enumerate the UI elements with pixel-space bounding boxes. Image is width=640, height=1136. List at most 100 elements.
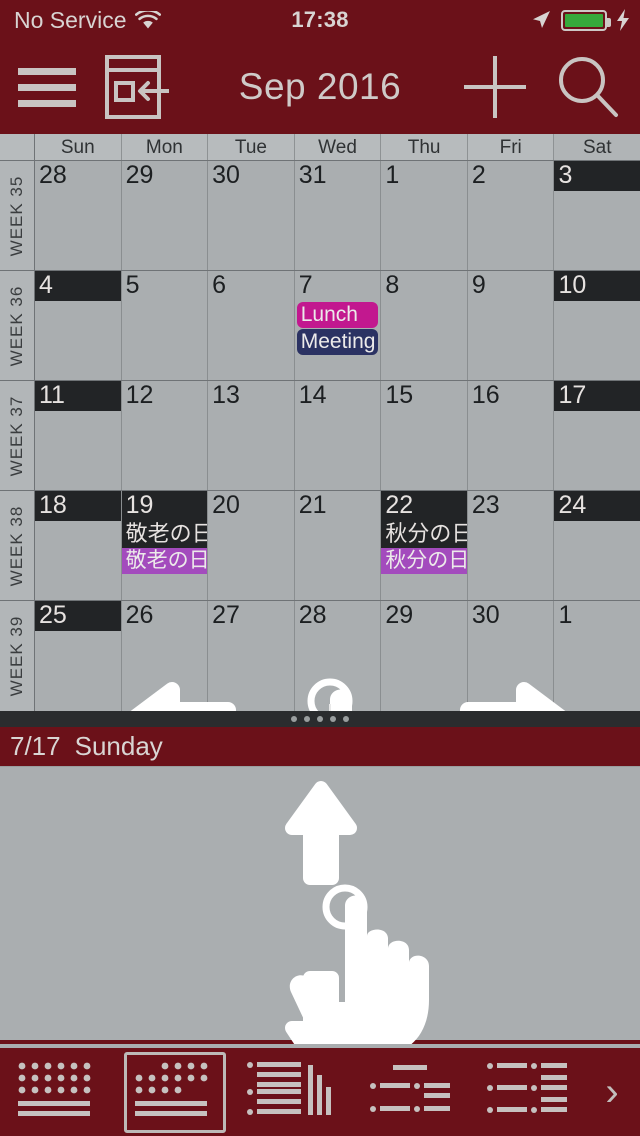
holiday-label: 秋分の日 (381, 521, 467, 548)
panel-drag-handle[interactable] (0, 711, 640, 727)
day-number: 28 (298, 601, 327, 629)
day-number: 30 (212, 161, 240, 189)
calendar-day-cell[interactable]: 26 (121, 601, 209, 711)
calendar-day-cell[interactable]: 22 秋分の日 秋分の日 (381, 491, 468, 600)
day-number: 12 (125, 381, 154, 409)
day-number: 22 (381, 491, 467, 521)
holiday-label: 敬老の日 (121, 521, 207, 548)
calendar-day-cell[interactable]: 17 (554, 381, 640, 490)
day-number: 17 (554, 381, 640, 411)
calendar-day-cell[interactable]: 30 (208, 161, 295, 270)
calendar-week-row: WEEK 36 4 5 6 7 Lunch Meeting 8 9 10 (0, 271, 640, 381)
calendar-day-cell[interactable]: 31 (294, 161, 382, 270)
calendar-day-cell[interactable]: 16 (467, 381, 555, 490)
day-detail-event-list[interactable] (0, 767, 640, 1039)
toolbar-item-month-view[interactable] (117, 1046, 234, 1136)
handle-dot (304, 716, 310, 722)
calendar-day-cell[interactable]: 4 (35, 271, 122, 380)
weekday-header-tue: Tue (208, 134, 295, 160)
day-number: 30 (471, 601, 500, 629)
calendar-event-chip[interactable]: Lunch (296, 302, 379, 328)
calendar-day-cell[interactable]: 29 (121, 161, 209, 270)
calendar-day-cell[interactable]: 28 (35, 161, 122, 270)
weekday-header-sat: Sat (554, 134, 640, 160)
toolbar-more-chevron-icon[interactable]: › (584, 1070, 640, 1115)
agenda-list-icon (486, 1062, 567, 1113)
week-number-cell: WEEK 35 (0, 161, 35, 270)
calendar-day-cell[interactable]: 11 (35, 381, 122, 490)
weekday-header-thu: Thu (381, 134, 468, 160)
day-number: 24 (554, 491, 640, 521)
day-number: 29 (385, 601, 414, 629)
status-bar: No Service 17:38 (0, 0, 640, 40)
weekday-header-mon: Mon (121, 134, 209, 160)
week-list-icon (246, 1061, 331, 1115)
calendar-day-cell[interactable]: 8 (381, 271, 468, 380)
day-number: 28 (39, 161, 67, 189)
day-detail-panel[interactable]: 7/17 Sunday (0, 727, 640, 1040)
day-detail-header: 7/17 Sunday (0, 727, 640, 767)
week-number-label: WEEK 39 (7, 615, 26, 697)
calendar-day-cell[interactable]: 5 (121, 271, 209, 380)
day-number: 13 (212, 381, 240, 409)
calendar-day-cell[interactable]: 6 (208, 271, 295, 380)
calendar-day-cell[interactable]: 14 (294, 381, 382, 490)
toolbar-item-list-view[interactable] (467, 1046, 584, 1136)
calendar-day-cell[interactable]: 25 (35, 601, 122, 711)
toolbar-item-day-view[interactable] (350, 1046, 467, 1136)
week-number-corner (0, 134, 35, 160)
calendar-day-cell[interactable]: 18 (35, 491, 122, 600)
day-number: 29 (125, 161, 154, 189)
calendar-day-cell[interactable]: 29 (381, 601, 468, 711)
day-number: 23 (471, 491, 500, 519)
plus-icon[interactable] (462, 54, 528, 120)
day-number: 11 (35, 381, 121, 411)
location-arrow-icon (530, 9, 552, 31)
calendar-event-chip[interactable]: Meeting (296, 329, 379, 355)
calendar-day-cell[interactable]: 28 (294, 601, 382, 711)
calendar-day-cell[interactable]: 15 (381, 381, 468, 490)
toolbar-item-year-view[interactable] (0, 1046, 117, 1136)
day-detail-date: 7/17 (10, 731, 61, 761)
month-calendar[interactable]: Sun Mon Tue Wed Thu Fri Sat WEEK 35 28 29 3… (0, 134, 640, 846)
handle-dot (291, 716, 297, 722)
calendar-day-cell[interactable]: 1 (381, 161, 468, 270)
calendar-day-cell[interactable]: 1 (554, 601, 640, 711)
calendar-day-cell[interactable]: 30 (467, 601, 555, 711)
week-number-cell: WEEK 36 (0, 271, 35, 380)
weekday-header-row: Sun Mon Tue Wed Thu Fri Sat (0, 134, 640, 161)
day-number: 26 (125, 601, 154, 629)
calendar-day-cell[interactable]: 21 (294, 491, 382, 600)
day-number: 4 (35, 271, 121, 301)
calendar-day-cell[interactable]: 27 (208, 601, 295, 711)
search-icon[interactable] (552, 52, 622, 122)
calendar-day-cell[interactable]: 9 (467, 271, 555, 380)
year-grid-icon (18, 1062, 91, 1116)
day-number: 15 (385, 381, 414, 409)
calendar-day-cell[interactable]: 19 敬老の日 敬老の日 (121, 491, 209, 600)
calendar-day-cell[interactable]: 7 Lunch Meeting (294, 271, 382, 380)
week-number-cell: WEEK 37 (0, 381, 35, 490)
day-number: 9 (471, 271, 486, 299)
calendar-event-chip[interactable]: 秋分の日 (381, 548, 467, 574)
calendar-day-cell[interactable]: 24 (554, 491, 640, 600)
toolbar-item-week-view[interactable] (234, 1046, 351, 1136)
calendar-day-cell[interactable]: 3 (554, 161, 640, 270)
page-title: Sep 2016 (238, 66, 402, 107)
day-number: 20 (212, 491, 240, 519)
calendar-week-row: WEEK 39 25 26 27 28 29 30 1 (0, 601, 640, 711)
calendar-day-cell[interactable]: 10 (554, 271, 640, 380)
weekday-header-fri: Fri (467, 134, 555, 160)
day-number: 25 (35, 601, 121, 631)
calendar-event-chip[interactable]: 敬老の日 (121, 548, 208, 574)
calendar-day-cell[interactable]: 20 (208, 491, 295, 600)
calendar-day-cell[interactable]: 13 (208, 381, 295, 490)
day-number: 31 (298, 161, 327, 189)
lightning-bolt-icon (616, 9, 630, 31)
calendar-day-cell[interactable]: 23 (467, 491, 555, 600)
handle-dot (330, 716, 336, 722)
calendar-week-row: WEEK 38 18 19 敬老の日 敬老の日 20 21 22 秋分の日 秋分の日 23 24 (0, 491, 640, 601)
calendar-day-cell[interactable]: 12 (121, 381, 209, 490)
calendar-day-cell[interactable]: 2 (467, 161, 555, 270)
day-number: 19 (121, 491, 208, 521)
